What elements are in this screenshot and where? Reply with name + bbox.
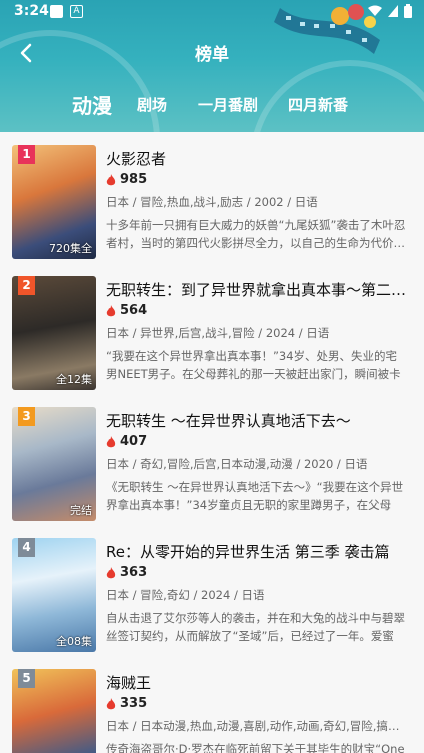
- item-title: 无职转生：到了异世界就拿出真本事～第二…: [106, 281, 406, 299]
- heat-score: 407: [106, 434, 147, 449]
- flame-icon: [106, 566, 116, 578]
- item-description: 《无职转生 ～在异世界认真地活下去～》“我要在这个异世界拿出真本事！”34岁童贞…: [106, 480, 404, 512]
- ranking-list: 1 720集全 火影忍者 985 日本 / 冒险,热血,战斗,励志 / 2002…: [0, 132, 424, 753]
- item-description: 十多年前一只拥有巨大威力的妖兽“九尾妖狐”袭击了木叶忍者村，当时的第四代火影拼尽…: [106, 218, 406, 250]
- rank-badge: 5: [18, 669, 35, 688]
- item-title: 无职转生 ～在异世界认真地活下去～: [106, 412, 351, 430]
- heat-value: 985: [120, 172, 148, 187]
- flame-icon: [106, 304, 116, 316]
- heat-value: 363: [120, 565, 148, 580]
- heat-score: 564: [106, 303, 147, 318]
- item-title: 火影忍者: [106, 150, 167, 168]
- tab-january[interactable]: 一月番剧: [198, 94, 258, 115]
- list-item[interactable]: 1 720集全 火影忍者 985 日本 / 冒险,热血,战斗,励志 / 2002…: [0, 132, 424, 263]
- status-icons: [368, 4, 412, 18]
- cover-image: 2 全12集: [12, 276, 96, 390]
- wifi-icon: [368, 5, 382, 16]
- heat-score: 985: [106, 172, 147, 187]
- tab-anime[interactable]: 动漫: [72, 90, 112, 119]
- rank-badge: 2: [18, 276, 35, 295]
- tab-april-new[interactable]: 四月新番: [288, 94, 348, 115]
- item-description: “我要在这个异世界拿出真本事！”34岁、处男、失业的宅男NEET男子。在父母葬礼…: [106, 349, 401, 381]
- flame-icon: [106, 173, 116, 185]
- flame-icon: [106, 435, 116, 447]
- cover-image: 1 720集全: [12, 145, 96, 259]
- page-title: 榜单: [195, 45, 229, 65]
- item-meta: 日本 / 冒险,热血,战斗,励志 / 2002 / 日语: [106, 195, 318, 209]
- cover-image: 3 完结: [12, 407, 96, 521]
- cover-image: 5: [12, 669, 96, 753]
- item-description: 自从击退了艾尔莎等人的袭击，并在和大兔的战斗中与碧翠丝签订契约，从而解放了“圣域…: [106, 611, 405, 643]
- notification-icon: [50, 5, 63, 18]
- item-meta: 日本 / 日本动漫,热血,动漫,喜剧,动作,动画,奇幻,冒险,搞笑 / …: [106, 719, 408, 733]
- item-meta: 日本 / 奇幻,冒险,后宫,日本动漫,动漫 / 2020 / 日语: [106, 457, 368, 471]
- rank-badge: 3: [18, 407, 35, 426]
- episode-count: 全08集: [56, 635, 92, 648]
- list-item[interactable]: 4 全08集 Re：从零开始的异世界生活 第三季 袭击篇 363 日本 / 冒险…: [0, 525, 424, 656]
- episode-count: 全12集: [56, 373, 92, 386]
- list-item[interactable]: 3 完结 无职转生 ～在异世界认真地活下去～ 407 日本 / 奇幻,冒险,后宫…: [0, 394, 424, 525]
- item-meta: 日本 / 冒险,奇幻 / 2024 / 日语: [106, 588, 265, 602]
- rank-badge: 1: [18, 145, 35, 164]
- heat-score: 335: [106, 696, 147, 711]
- heat-value: 564: [120, 303, 148, 318]
- heat-value: 407: [120, 434, 148, 449]
- status-bar: 3:24 A: [0, 0, 424, 24]
- item-meta: 日本 / 异世界,后宫,战斗,冒险 / 2024 / 日语: [106, 326, 330, 340]
- header: 3:24 A 榜单 动漫 剧场 一月番剧 四月新番: [0, 0, 424, 132]
- episode-count: 完结: [70, 504, 92, 517]
- app-notification-icon: A: [70, 5, 83, 18]
- cover-image: 4 全08集: [12, 538, 96, 652]
- flame-icon: [106, 697, 116, 709]
- tab-bar: 动漫 剧场 一月番剧 四月新番: [0, 90, 424, 120]
- list-item[interactable]: 2 全12集 无职转生：到了异世界就拿出真本事～第二… 564 日本 / 异世界…: [0, 263, 424, 394]
- rank-badge: 4: [18, 538, 35, 557]
- signal-icon: [388, 5, 398, 17]
- item-title: Re：从零开始的异世界生活 第三季 袭击篇: [106, 543, 390, 561]
- status-time: 3:24: [14, 3, 49, 19]
- item-description: 传奇海盗哥尔·D·罗杰在临死前留下关于其毕生的财宝“One Piece”…: [106, 742, 405, 753]
- list-item[interactable]: 5 海贼王 335 日本 / 日本动漫,热血,动漫,喜剧,动作,动画,奇幻,冒险…: [0, 656, 424, 753]
- episode-count: 720集全: [49, 242, 92, 255]
- item-title: 海贼王: [106, 674, 152, 692]
- heat-value: 335: [120, 696, 148, 711]
- tab-theater[interactable]: 剧场: [137, 94, 167, 115]
- battery-icon: [404, 4, 412, 18]
- heat-score: 363: [106, 565, 147, 580]
